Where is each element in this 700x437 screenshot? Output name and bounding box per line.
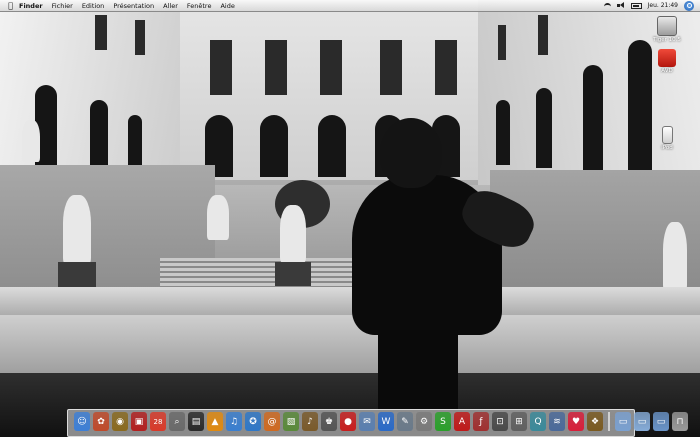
dock-items: ☺ ✿ ◉ ▣ 28 ⌕ ▤ ▲ ♫ ✪ @ ▧ ♪ ♚ ● ✉ W ✎ ⚙ S Aƒ ⊡ ⊞ Q ≋ ♥ ❖ ▭ ▭ ▭ ⊓ xyxy=(74,412,688,431)
dock-vlc-icon[interactable]: ▲ xyxy=(207,412,223,431)
dock-preferences-icon[interactable]: ✎ xyxy=(397,412,413,431)
desktop-wallpaper xyxy=(0,0,700,437)
dock-trash-icon[interactable]: ⊓ xyxy=(672,412,688,431)
dock-skype-icon[interactable]: S xyxy=(435,412,451,431)
menu-bar:  Finder Fichier Edition Présentation Al… xyxy=(0,0,700,12)
dock-terminal-icon[interactable]: ▤ xyxy=(188,412,204,431)
dock-chess-icon[interactable]: ♚ xyxy=(321,412,337,431)
dock-iphoto-icon[interactable]: ▧ xyxy=(283,412,299,431)
menu-presentation[interactable]: Présentation xyxy=(113,2,154,10)
desktop-icon-label: AVD xyxy=(661,68,673,74)
battery-icon[interactable] xyxy=(630,2,642,9)
dock-safari-icon[interactable]: ✪ xyxy=(245,412,261,431)
dock-favorites-icon[interactable]: ♥ xyxy=(568,412,584,431)
dock-documents-stack-icon[interactable]: ▭ xyxy=(615,412,631,431)
dock-ical-icon[interactable]: 28 xyxy=(150,412,166,431)
spotlight-icon[interactable] xyxy=(684,0,694,11)
dock-widget-icon[interactable]: ❖ xyxy=(587,412,603,431)
dock-separator xyxy=(608,412,610,431)
hard-drive-icon xyxy=(657,16,677,36)
dock-downloads-stack-icon[interactable]: ▭ xyxy=(634,412,650,431)
wallpaper-balustrade xyxy=(0,287,700,317)
desktop-icon-ipod[interactable]: iPod xyxy=(652,126,682,151)
menu-finder[interactable]: Finder xyxy=(19,2,43,10)
dock-calculator-icon[interactable]: ⊞ xyxy=(511,412,527,431)
apple-menu-icon[interactable]:  xyxy=(6,0,15,11)
ipod-icon xyxy=(661,126,673,144)
menu-aide[interactable]: Aide xyxy=(220,2,234,10)
wallpaper-statue xyxy=(22,120,40,162)
desktop-icon-label: Tiger 10.5 xyxy=(653,37,681,43)
dock-quicktime-icon[interactable]: Q xyxy=(530,412,546,431)
folder-icon xyxy=(658,49,676,67)
dock-applications-stack-icon[interactable]: ▭ xyxy=(653,412,669,431)
menu-fichier[interactable]: Fichier xyxy=(52,2,73,10)
dock-preview-icon[interactable]: ✿ xyxy=(93,412,109,431)
dock-mail-icon[interactable]: ✉ xyxy=(359,412,375,431)
dock-garageband-icon[interactable]: ♪ xyxy=(302,412,318,431)
menu-bar-status-area: Jeu. 21:49 xyxy=(603,0,694,11)
dock-address-book-icon[interactable]: @ xyxy=(264,412,280,431)
menu-aller[interactable]: Aller xyxy=(163,2,178,10)
dock-acrobat-icon[interactable]: A xyxy=(454,412,470,431)
volume-icon[interactable] xyxy=(616,2,625,9)
dock-dashboard-icon[interactable]: ◉ xyxy=(112,412,128,431)
menu-bar-clock[interactable]: Jeu. 21:49 xyxy=(648,2,678,9)
dock-word-icon[interactable]: W xyxy=(378,412,394,431)
desktop-icon-hard-drive[interactable]: Tiger 10.5 xyxy=(652,16,682,43)
desktop-icon-avd-folder[interactable]: AVD xyxy=(652,49,682,74)
wallpaper-statue xyxy=(207,195,229,240)
wallpaper-ledge xyxy=(0,315,700,377)
dock: ☺ ✿ ◉ ▣ 28 ⌕ ▤ ▲ ♫ ✪ @ ▧ ♪ ♚ ● ✉ W ✎ ⚙ S Aƒ ⊡ ⊞ Q ≋ ♥ ❖ ▭ ▭ ▭ ⊓ xyxy=(67,409,688,437)
dock-finder-icon[interactable]: ☺ xyxy=(74,412,90,431)
menu-fenetre[interactable]: Fenêtre xyxy=(187,2,212,10)
dock-font-book-icon[interactable]: ƒ xyxy=(473,412,489,431)
dock-photo-booth-icon[interactable]: ▣ xyxy=(131,412,147,431)
dock-red-app-icon[interactable]: ● xyxy=(340,412,356,431)
dock-bluetooth-icon[interactable]: ≋ xyxy=(549,412,565,431)
wallpaper-statue xyxy=(663,222,687,292)
menu-edition[interactable]: Edition xyxy=(82,2,105,10)
dock-photo-tool-icon[interactable]: ⊡ xyxy=(492,412,508,431)
dock-spotlight-search-icon[interactable]: ⌕ xyxy=(169,412,185,431)
dock-system-preferences-icon[interactable]: ⚙ xyxy=(416,412,432,431)
desktop-icon-label: iPod xyxy=(661,145,673,151)
wallpaper-back-building xyxy=(170,0,490,180)
dock-itunes-icon[interactable]: ♫ xyxy=(226,412,242,431)
wallpaper-statue xyxy=(280,205,306,263)
wallpaper-statue xyxy=(63,195,91,265)
wifi-icon[interactable] xyxy=(603,2,611,9)
